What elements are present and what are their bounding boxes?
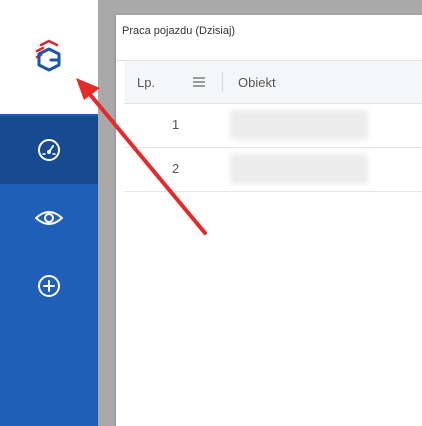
plus-circle-icon xyxy=(38,275,60,297)
table-row[interactable]: 1 xyxy=(124,104,422,148)
sidebar-item-dashboard[interactable] xyxy=(0,116,98,184)
row-number: 2 xyxy=(172,161,180,176)
column-header-lp[interactable]: Lp. xyxy=(137,75,155,90)
sidebar-item-add[interactable] xyxy=(0,252,98,320)
sidebar-item-view[interactable] xyxy=(0,184,98,252)
brand-logo-icon xyxy=(35,39,61,72)
sidebar xyxy=(0,0,98,426)
column-separator[interactable] xyxy=(222,72,223,92)
table-header: Lp. Obiekt xyxy=(124,61,422,104)
logo-button[interactable] xyxy=(0,0,98,114)
dashboard-gauge-icon xyxy=(38,139,60,161)
eye-icon xyxy=(35,211,63,225)
hamburger-menu-icon[interactable] xyxy=(192,75,206,89)
redacted-object-cell xyxy=(230,110,368,140)
top-band xyxy=(98,0,422,15)
widget-panel: Praca pojazdu (Dzisiaj) Lp. Obiekt 1 2 xyxy=(116,15,422,426)
table-row[interactable]: 2 xyxy=(124,148,422,192)
row-number: 1 xyxy=(172,117,180,132)
redacted-object-cell xyxy=(230,154,368,184)
panel-title: Praca pojazdu (Dzisiaj) xyxy=(122,25,236,37)
gutter xyxy=(98,0,116,426)
app-window: Praca pojazdu (Dzisiaj) Lp. Obiekt 1 2 xyxy=(0,0,422,426)
column-header-obiekt[interactable]: Obiekt xyxy=(238,75,276,90)
data-table: Lp. Obiekt 1 2 xyxy=(124,61,422,192)
